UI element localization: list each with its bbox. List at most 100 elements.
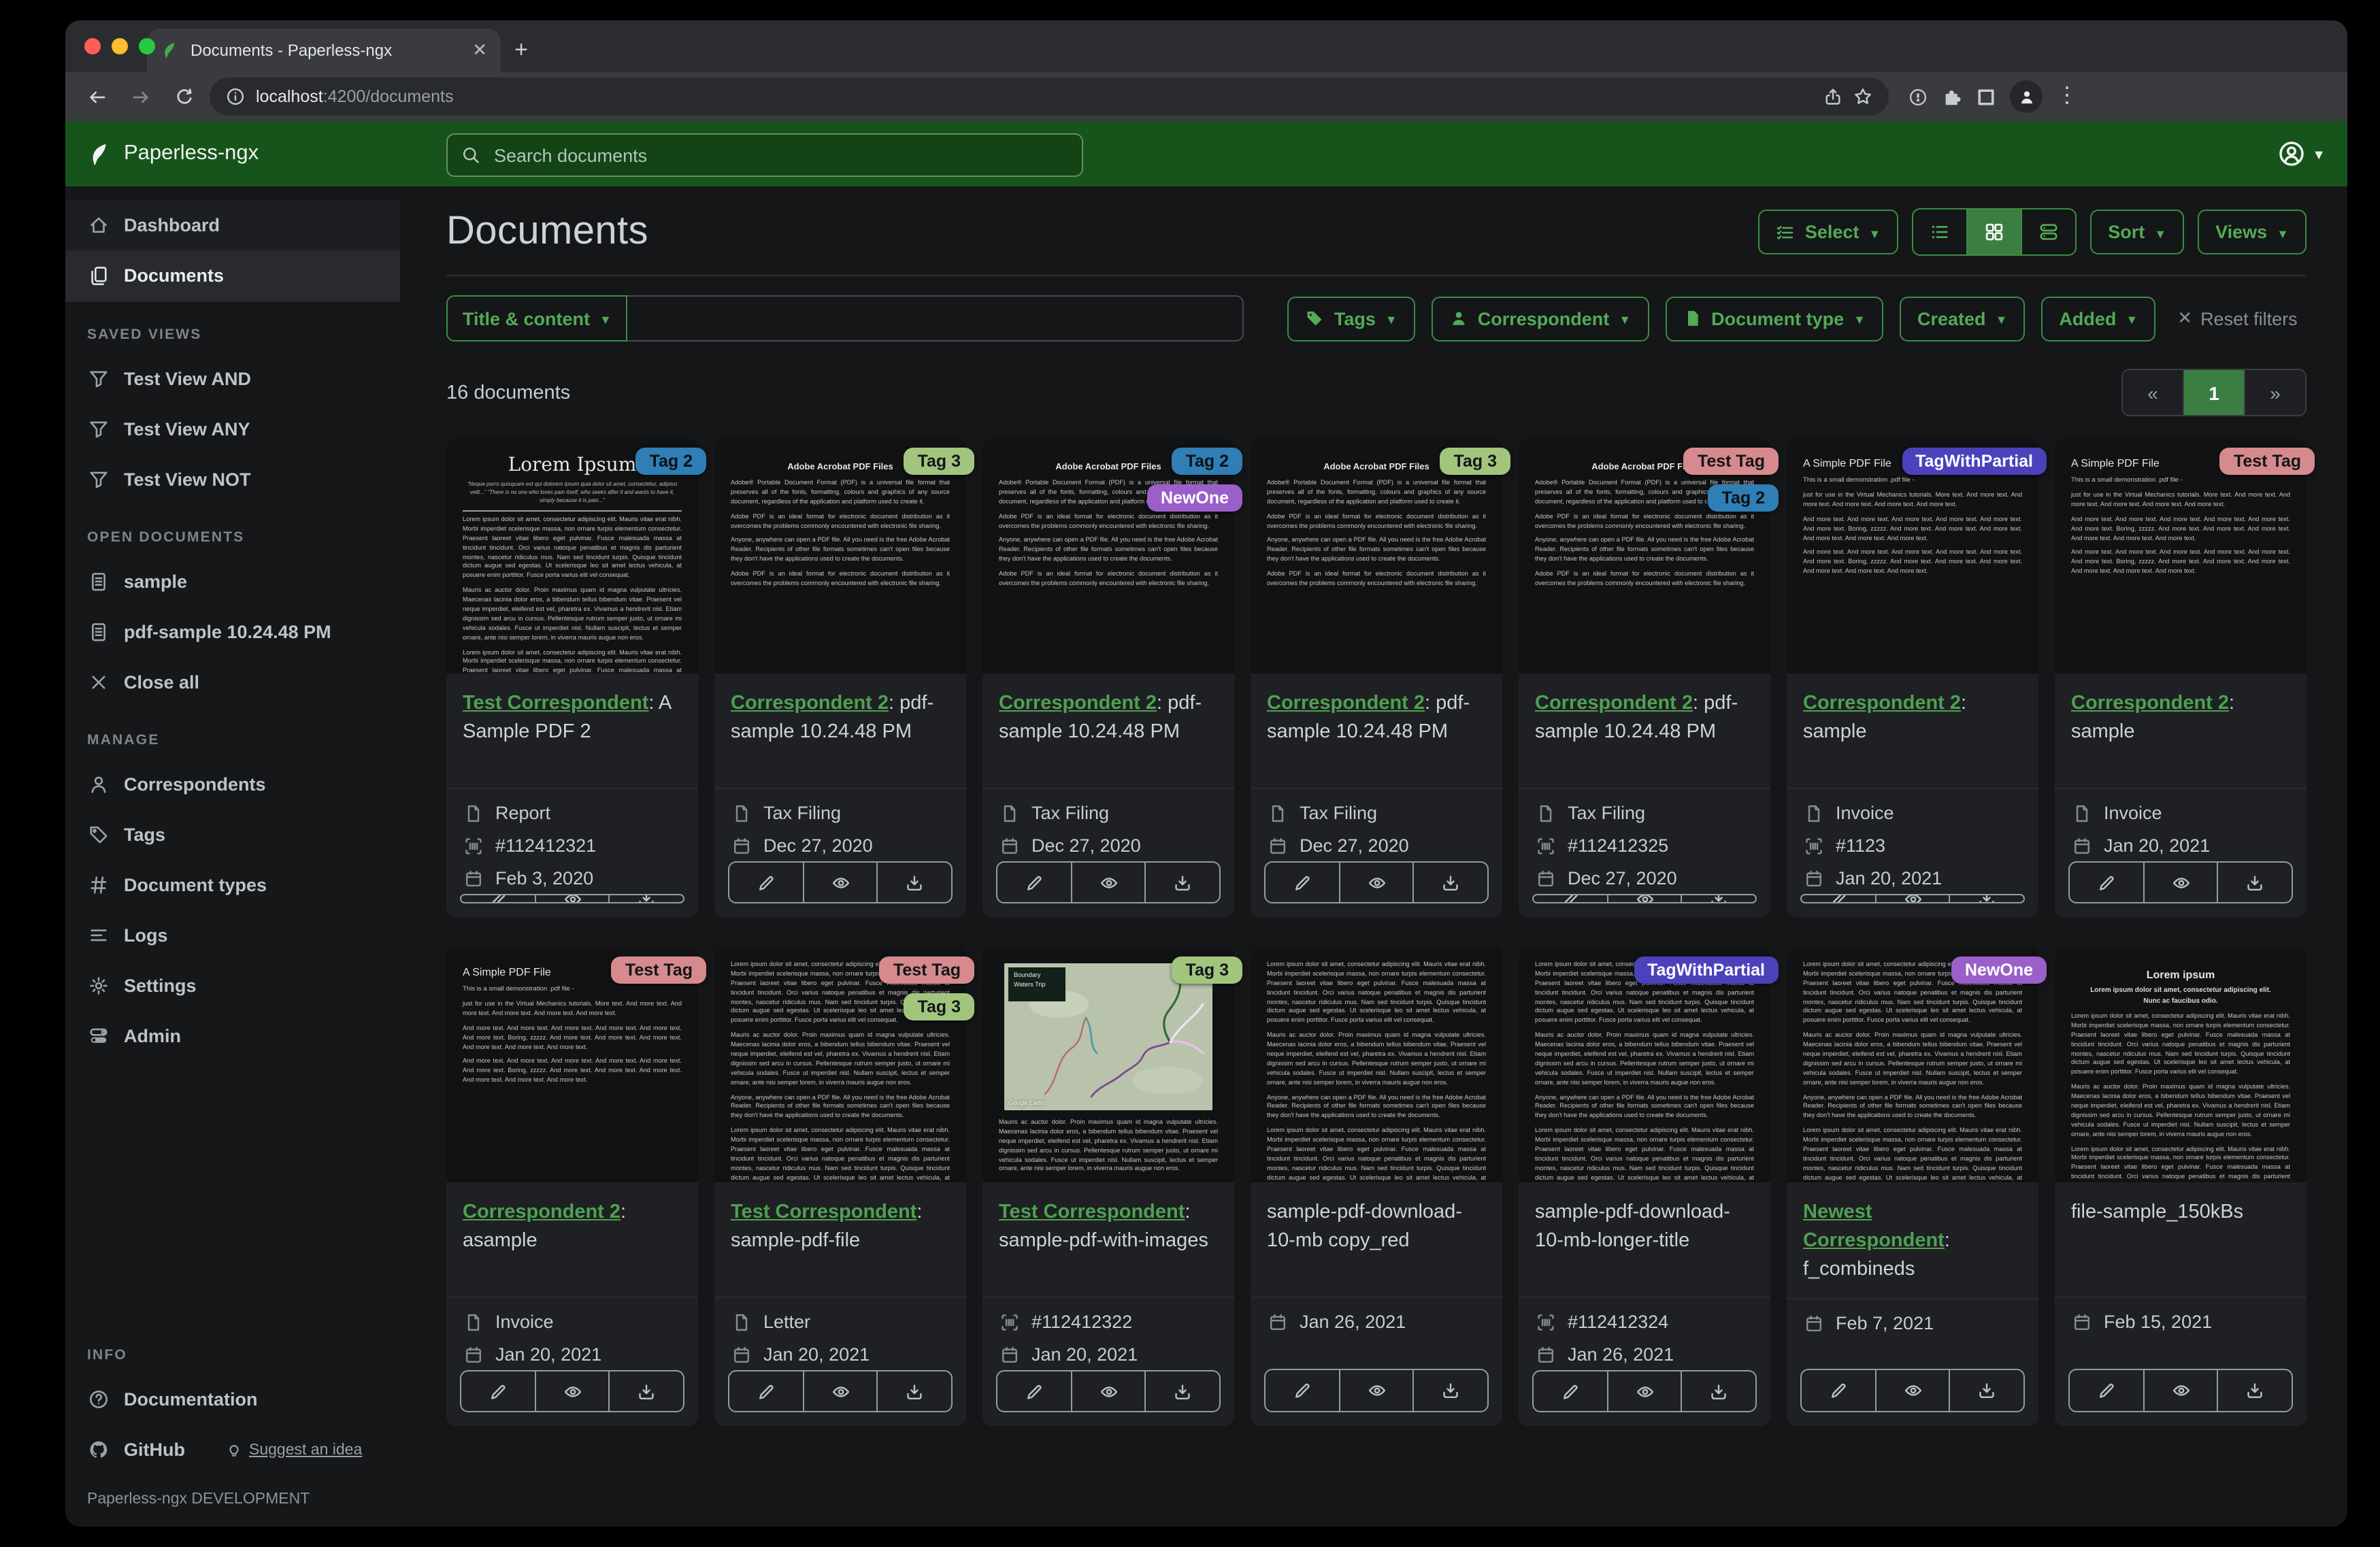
view-button[interactable] (1338, 1370, 1412, 1411)
download-button[interactable] (2217, 1370, 2292, 1411)
edit-button[interactable] (2070, 1370, 2143, 1411)
correspondent-link[interactable]: Correspondent 2 (1803, 693, 1961, 714)
download-button[interactable] (1412, 863, 1487, 902)
sidebar-item-dashboard[interactable]: Dashboard (65, 200, 400, 250)
suggest-an-idea-link[interactable]: Suggest an idea (226, 1442, 362, 1458)
tag-badge[interactable]: TagWithPartial (1902, 448, 2047, 475)
tag-badge[interactable]: Tag 2 (635, 448, 706, 475)
back-button[interactable] (79, 79, 114, 114)
correspondent-link[interactable]: Correspondent 2 (731, 693, 889, 714)
correspondent-link[interactable]: Test Correspondent (463, 693, 648, 714)
tag-badge[interactable]: Test Tag (611, 957, 706, 984)
download-button[interactable] (1949, 1370, 2023, 1411)
tag-badge[interactable]: Tag 2 (1172, 448, 1242, 475)
pagination-prev[interactable]: « (2123, 370, 2183, 415)
password-manager-icon[interactable] (1908, 86, 1928, 107)
tag-badge[interactable]: Tag 2 (1708, 484, 1779, 512)
edit-button[interactable] (1534, 895, 1606, 902)
edit-button[interactable] (1802, 895, 1874, 902)
user-menu[interactable]: ▼ (2278, 140, 2326, 167)
view-button[interactable] (802, 863, 876, 902)
sidebar-item-pdf-sample-10-24-48-pm[interactable]: pdf-sample 10.24.48 PM (65, 607, 400, 657)
edit-button[interactable] (461, 895, 534, 902)
edit-button[interactable] (1266, 863, 1338, 902)
download-button[interactable] (876, 1371, 951, 1411)
sidebar-item-tags[interactable]: Tags (65, 810, 400, 860)
sidebar-item-document-types[interactable]: Document types (65, 860, 400, 910)
sidebar-item-correspondents[interactable]: Correspondents (65, 759, 400, 810)
correspondent-link[interactable]: Correspondent 2 (1535, 693, 1693, 714)
document-card[interactable]: Lorem ipsum dolor sit amet, consectetur … (1787, 947, 2047, 1426)
filter-text-input[interactable] (627, 295, 1244, 342)
document-card[interactable]: Adobe Acrobat PDF Files Adobe® Portable D… (714, 438, 974, 917)
download-button[interactable] (608, 895, 683, 902)
download-button[interactable] (1949, 895, 2023, 902)
download-button[interactable] (1412, 1370, 1487, 1411)
document-card[interactable]: Adobe Acrobat PDF Files Adobe® Portable D… (1519, 438, 1779, 917)
select-button[interactable]: Select ▼ (1758, 210, 1899, 254)
sidebar-item-test-view-not[interactable]: Test View NOT (65, 454, 400, 505)
views-button[interactable]: Views ▼ (2198, 210, 2307, 254)
edit-button[interactable] (729, 863, 802, 902)
view-button[interactable] (1606, 1371, 1681, 1411)
document-card[interactable]: Lorem Ipsum “Neque porro quisquam est qui… (446, 438, 706, 917)
correspondent-link[interactable]: Test Correspondent (731, 1201, 916, 1223)
document-card[interactable]: Boundary Waters Trip Google Earth Mauris a… (982, 947, 1242, 1426)
document-card[interactable]: A Simple PDF File This is a small demonst… (446, 947, 706, 1426)
sidebar-item-logs[interactable]: Logs (65, 910, 400, 961)
pagination-next[interactable]: » (2244, 370, 2305, 415)
view-button[interactable] (1070, 863, 1144, 902)
sidebar-item-settings[interactable]: Settings (65, 961, 400, 1011)
document-card[interactable]: Lorem ipsum dolor sit amet, consectetur … (1519, 947, 1779, 1426)
view-toggle-rows[interactable] (2021, 210, 2075, 254)
forward-button[interactable] (122, 79, 158, 114)
sidebar-item-admin[interactable]: Admin (65, 1011, 400, 1061)
reload-button[interactable] (166, 79, 201, 114)
filter-tags-button[interactable]: Tags ▼ (1287, 296, 1415, 341)
tab-close-icon[interactable]: ✕ (472, 39, 487, 61)
filter-document-type-button[interactable]: Document type ▼ (1665, 296, 1883, 341)
tag-badge[interactable]: Tag 3 (904, 993, 974, 1020)
pagination-current[interactable]: 1 (2183, 370, 2244, 415)
address-bar[interactable]: localhost:4200/documents (210, 78, 1889, 116)
download-button[interactable] (2217, 863, 2292, 902)
extensions-puzzle-icon[interactable] (1942, 86, 1962, 107)
view-button[interactable] (1874, 1370, 1949, 1411)
filter-created-button[interactable]: Created ▼ (1900, 296, 2026, 341)
tag-badge[interactable]: Tag 3 (1440, 448, 1510, 475)
edit-button[interactable] (1266, 1370, 1338, 1411)
correspondent-link[interactable]: Newest Correspondent (1803, 1201, 1945, 1252)
browser-tab[interactable]: Documents - Paperless-ngx ✕ (147, 29, 501, 72)
document-card[interactable]: A Simple PDF File This is a small demonst… (1787, 438, 2047, 917)
sidebar-item-sample[interactable]: sample (65, 556, 400, 607)
view-button[interactable] (802, 1371, 876, 1411)
document-card[interactable]: A Simple PDF File This is a small demonst… (2055, 438, 2315, 917)
minimize-window-button[interactable] (112, 38, 128, 54)
brand[interactable]: Paperless-ngx (87, 141, 259, 167)
correspondent-link[interactable]: Correspondent 2 (2071, 693, 2229, 714)
tag-badge[interactable]: Tag 3 (1172, 957, 1242, 984)
view-toggle-list[interactable] (1913, 210, 1966, 254)
sidebar-item-documentation[interactable]: Documentation (65, 1374, 400, 1425)
document-thumbnail[interactable]: Lorem ipsum dolor sit amet, consectetur … (1251, 947, 1502, 1182)
tag-badge[interactable]: Tag 3 (904, 448, 974, 475)
tag-badge[interactable]: TagWithPartial (1634, 957, 1779, 984)
edit-button[interactable] (1802, 1370, 1874, 1411)
edit-button[interactable] (461, 1371, 534, 1411)
tag-badge[interactable]: NewOne (1146, 484, 1242, 512)
global-search-input[interactable] (491, 144, 1068, 167)
sort-button[interactable]: Sort ▼ (2090, 210, 2185, 254)
download-button[interactable] (1681, 1371, 1755, 1411)
share-icon[interactable] (1823, 87, 1842, 106)
sidebar-item-close-all[interactable]: Close all (65, 657, 400, 708)
document-card[interactable]: Lorem ipsum dolor sit amet, consectetur … (714, 947, 974, 1426)
download-button[interactable] (1681, 895, 1755, 902)
edit-button[interactable] (997, 863, 1070, 902)
view-toggle-grid[interactable] (1966, 210, 2021, 254)
view-button[interactable] (1070, 1371, 1144, 1411)
view-button[interactable] (2143, 1370, 2217, 1411)
view-button[interactable] (534, 1371, 608, 1411)
browser-profile-avatar[interactable] (2010, 80, 2043, 113)
correspondent-link[interactable]: Test Correspondent (999, 1201, 1185, 1223)
tag-badge[interactable]: NewOne (1951, 957, 2047, 984)
